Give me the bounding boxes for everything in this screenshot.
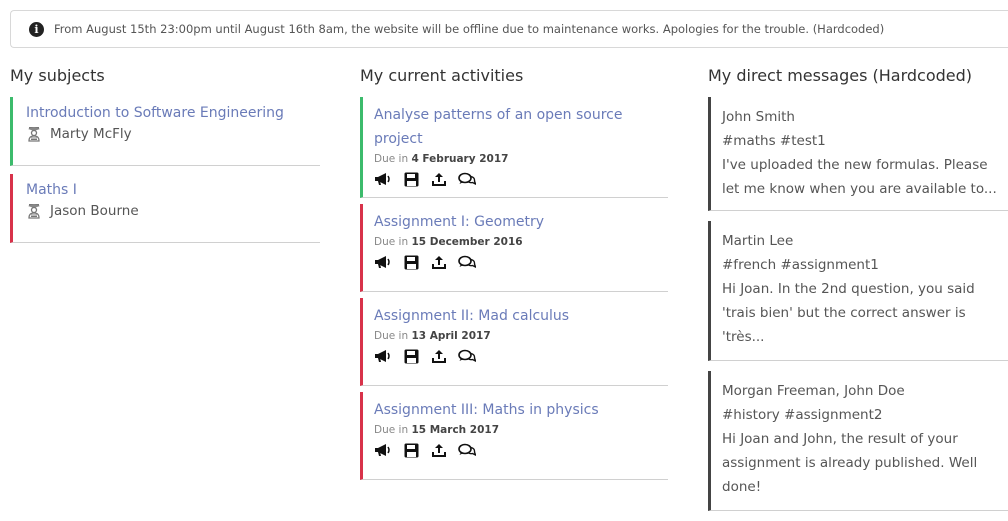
megaphone-icon[interactable] [374, 442, 392, 458]
save-icon[interactable] [402, 254, 420, 270]
message-card[interactable]: John Smith #maths #test1 I've uploaded t… [708, 97, 1008, 211]
activity-actions [374, 442, 668, 458]
subject-card: Maths I Jason Bourne [10, 174, 320, 243]
message-tags: #french #assignment1 [722, 257, 879, 273]
message-preview: Hi Joan. In the 2nd question, you said '… [722, 281, 975, 345]
subject-teacher: Marty McFly [26, 126, 320, 142]
megaphone-icon[interactable] [374, 171, 392, 187]
subject-link[interactable]: Introduction to Software Engineering [26, 105, 320, 121]
activity-due: Due in 4 February 2017 [374, 153, 509, 165]
megaphone-icon[interactable] [374, 348, 392, 364]
activity-due-date: 13 April 2017 [411, 330, 491, 342]
save-icon[interactable] [402, 442, 420, 458]
teacher-icon [28, 127, 40, 142]
upload-icon[interactable] [430, 442, 448, 458]
subjects-column: My subjects Introduction to Software Eng… [10, 66, 320, 251]
activity-link[interactable]: Assignment I: Geometry [374, 210, 668, 234]
activity-due: Due in 13 April 2017 [374, 330, 491, 342]
comments-icon[interactable] [458, 171, 476, 187]
teacher-name: Marty McFly [50, 126, 132, 142]
messages-column: My direct messages (Hardcoded) John Smit… [708, 66, 1008, 521]
message-sender: Morgan Freeman, John Doe [722, 383, 905, 399]
comments-icon[interactable] [458, 442, 476, 458]
message-tags: #maths #test1 [722, 133, 826, 149]
activity-due-date: 15 March 2017 [411, 424, 500, 436]
activities-column: My current activities Analyse patterns o… [360, 66, 668, 486]
activity-link[interactable]: Analyse patterns of an open source proje… [374, 103, 668, 151]
save-icon[interactable] [402, 171, 420, 187]
activity-due: Due in 15 December 2016 [374, 236, 523, 248]
activity-card: Assignment I: Geometry Due in 15 Decembe… [360, 204, 668, 292]
activity-actions [374, 348, 668, 364]
subject-link[interactable]: Maths I [26, 182, 320, 198]
teacher-name: Jason Bourne [50, 203, 139, 219]
info-icon: i [29, 21, 44, 37]
maintenance-notice-text: From August 15th 23:00pm until August 16… [54, 22, 885, 36]
maintenance-notice: i From August 15th 23:00pm until August … [10, 10, 1008, 48]
activities-title: My current activities [360, 66, 524, 85]
message-preview: I've uploaded the new formulas. Please l… [722, 157, 997, 197]
subjects-title: My subjects [10, 66, 105, 85]
activity-card: Assignment III: Maths in physics Due in … [360, 392, 668, 480]
comments-icon[interactable] [458, 254, 476, 270]
message-sender: Martin Lee [722, 233, 794, 249]
upload-icon[interactable] [430, 348, 448, 364]
teacher-icon [28, 204, 40, 219]
activity-due-date: 4 February 2017 [411, 153, 509, 165]
save-icon[interactable] [402, 348, 420, 364]
comments-icon[interactable] [458, 348, 476, 364]
message-card[interactable]: Martin Lee #french #assignment1 Hi Joan.… [708, 221, 1008, 361]
activity-card: Analyse patterns of an open source proje… [360, 97, 668, 198]
upload-icon[interactable] [430, 254, 448, 270]
activity-actions [374, 171, 668, 187]
message-tags: #history #assignment2 [722, 407, 883, 423]
messages-title: My direct messages (Hardcoded) [708, 66, 973, 85]
upload-icon[interactable] [430, 171, 448, 187]
activity-card: Assignment II: Mad calculus Due in 13 Ap… [360, 298, 668, 386]
activity-actions [374, 254, 668, 270]
subject-card: Introduction to Software Engineering Mar… [10, 97, 320, 166]
activity-link[interactable]: Assignment III: Maths in physics [374, 398, 668, 422]
subject-teacher: Jason Bourne [26, 203, 320, 219]
megaphone-icon[interactable] [374, 254, 392, 270]
message-sender: John Smith [722, 109, 795, 125]
activity-due-date: 15 December 2016 [411, 236, 523, 248]
message-preview: Hi Joan and John, the result of your ass… [722, 431, 978, 495]
activity-link[interactable]: Assignment II: Mad calculus [374, 304, 668, 328]
activity-due: Due in 15 March 2017 [374, 424, 500, 436]
message-card[interactable]: Morgan Freeman, John Doe #history #assig… [708, 371, 1008, 511]
